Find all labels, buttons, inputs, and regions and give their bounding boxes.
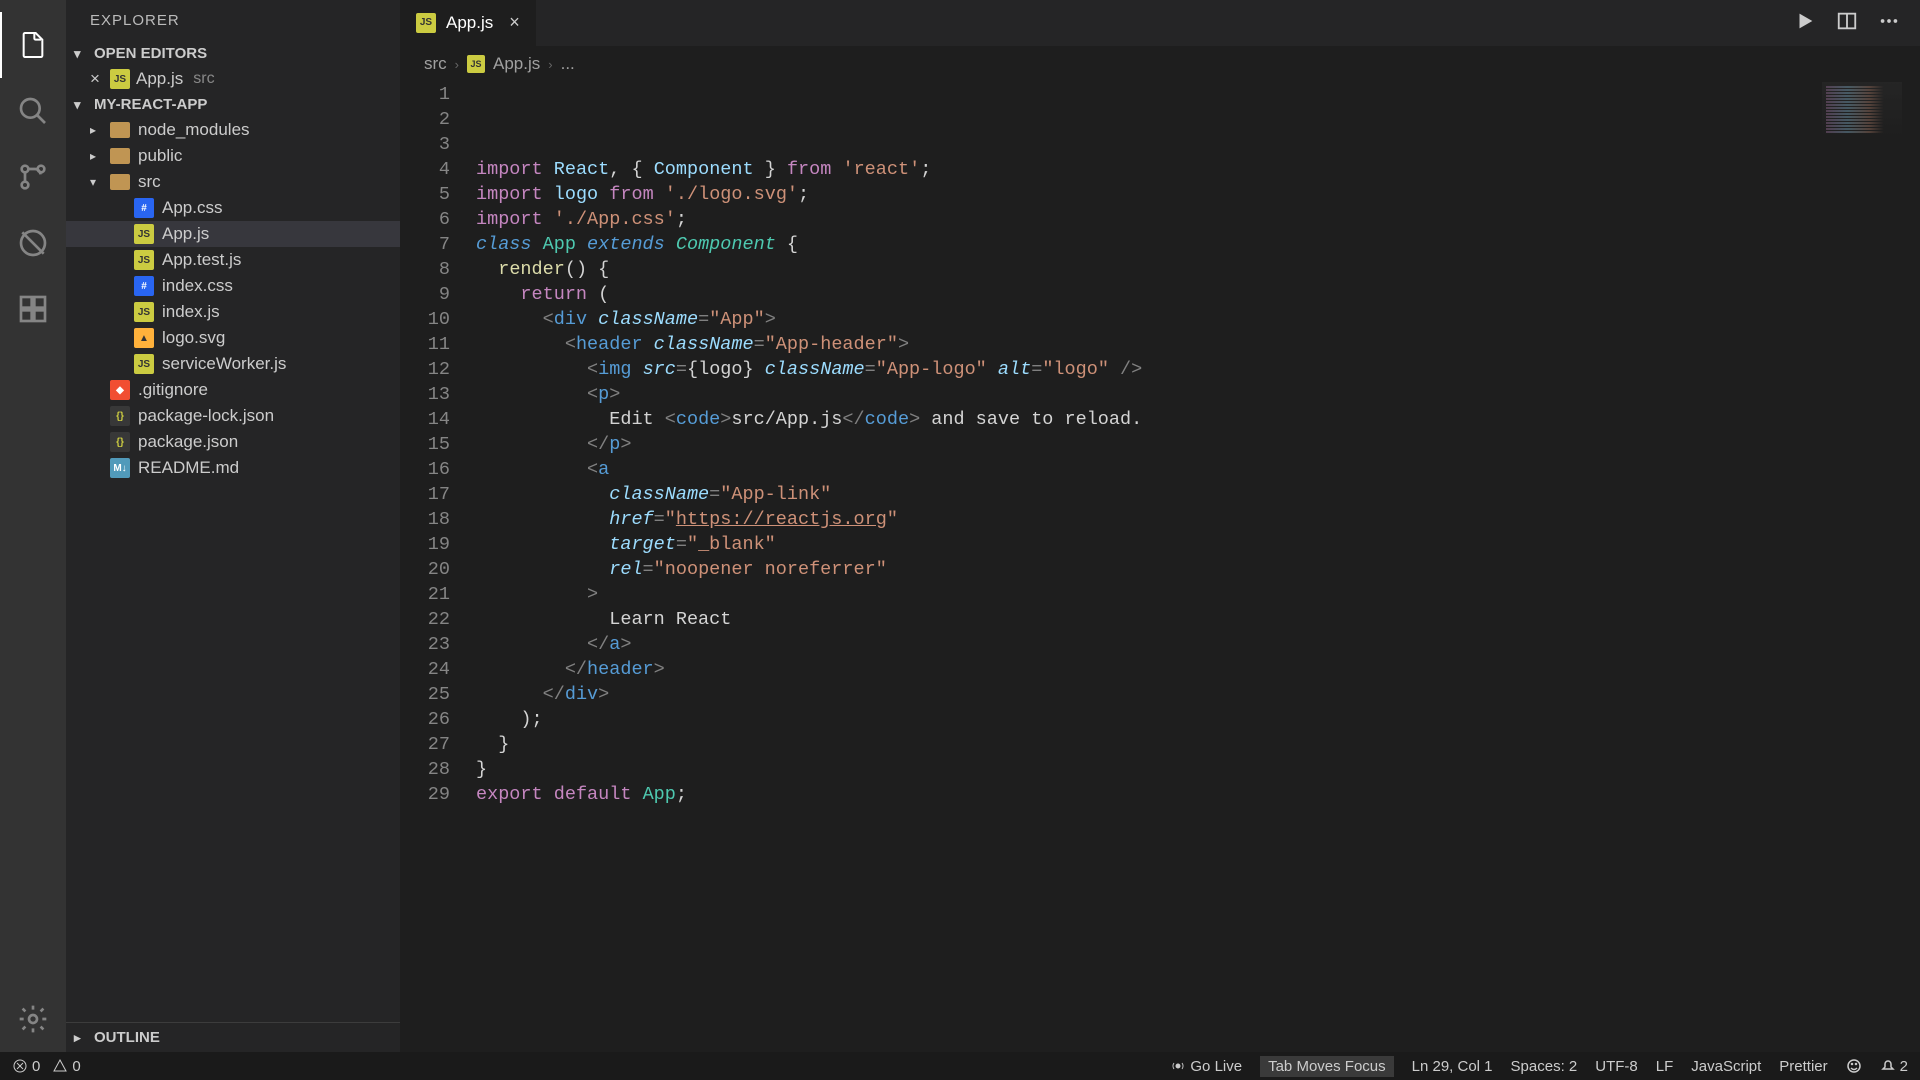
tree-item-label: App.css — [162, 198, 222, 218]
js-file-icon: JS — [134, 354, 154, 374]
js-file-icon: JS — [134, 302, 154, 322]
tree-item-label: index.js — [162, 302, 220, 322]
code-content[interactable]: import React, { Component } from 'react'… — [476, 82, 1920, 1052]
open-editor-item[interactable]: × JS App.js src — [66, 66, 400, 92]
close-icon[interactable]: × — [509, 12, 520, 33]
tree-item-label: node_modules — [138, 120, 250, 140]
run-icon[interactable] — [1794, 10, 1816, 37]
activity-settings-icon[interactable] — [0, 986, 66, 1052]
chevron-down-icon: ▾ — [74, 97, 90, 113]
js-file-icon: JS — [134, 250, 154, 270]
status-errors[interactable]: 0 — [12, 1058, 40, 1075]
editor-tab[interactable]: JS App.js × — [400, 0, 536, 46]
file-item[interactable]: JS serviceWorker.js — [66, 351, 400, 377]
activity-bar — [0, 0, 66, 1052]
folder-item[interactable]: ▾ src — [66, 169, 400, 195]
js-file-icon: JS — [110, 69, 130, 89]
git-file-icon: ◆ — [110, 380, 130, 400]
tree-item-label: .gitignore — [138, 380, 208, 400]
status-encoding[interactable]: UTF-8 — [1595, 1058, 1638, 1075]
status-prettier[interactable]: Prettier — [1779, 1058, 1827, 1075]
file-item[interactable]: {} package-lock.json — [66, 403, 400, 429]
css-file-icon: # — [134, 276, 154, 296]
folder-icon — [110, 148, 130, 164]
tree-item-label: src — [138, 172, 161, 192]
activity-search-icon[interactable] — [0, 78, 66, 144]
chevron-right-icon: › — [455, 57, 459, 72]
tree-item-label: package.json — [138, 432, 238, 452]
outline-header[interactable]: ▸ OUTLINE — [66, 1022, 400, 1052]
folder-icon — [110, 174, 130, 190]
status-spaces[interactable]: Spaces: 2 — [1511, 1058, 1578, 1075]
status-cursor[interactable]: Ln 29, Col 1 — [1412, 1058, 1493, 1075]
json-file-icon: {} — [110, 406, 130, 426]
file-item[interactable]: ▲ logo.svg — [66, 325, 400, 351]
chevron-right-icon: ▸ — [90, 149, 102, 163]
tree-item-label: App.test.js — [162, 250, 241, 270]
js-file-icon: JS — [467, 55, 485, 73]
line-numbers: 1234567891011121314151617181920212223242… — [400, 82, 476, 1052]
close-icon[interactable]: × — [86, 69, 104, 89]
status-go-live[interactable]: Go Live — [1170, 1058, 1242, 1075]
more-icon[interactable] — [1878, 10, 1900, 37]
svg-file-icon: ▲ — [134, 328, 154, 348]
sidebar-title: EXPLORER — [66, 0, 400, 41]
json-file-icon: {} — [110, 432, 130, 452]
file-item[interactable]: JS App.js — [66, 221, 400, 247]
tree-item-label: serviceWorker.js — [162, 354, 286, 374]
file-item[interactable]: {} package.json — [66, 429, 400, 455]
chevron-right-icon: ▸ — [90, 123, 102, 137]
file-item[interactable]: JS App.test.js — [66, 247, 400, 273]
explorer-sidebar: EXPLORER ▾ OPEN EDITORS × JS App.js src … — [66, 0, 400, 1052]
status-notifications[interactable]: 2 — [1880, 1058, 1908, 1075]
tree-item-label: package-lock.json — [138, 406, 274, 426]
breadcrumb[interactable]: src › JS App.js › ... — [400, 46, 1920, 82]
tree-item-label: public — [138, 146, 182, 166]
folder-icon — [110, 122, 130, 138]
tab-bar: JS App.js × — [400, 0, 1920, 46]
project-header[interactable]: ▾ MY-REACT-APP — [66, 92, 400, 117]
file-item[interactable]: JS index.js — [66, 299, 400, 325]
open-editors-header[interactable]: ▾ OPEN EDITORS — [66, 41, 400, 66]
tree-item-label: App.js — [162, 224, 209, 244]
chevron-down-icon: ▾ — [90, 175, 102, 189]
md-file-icon: M↓ — [110, 458, 130, 478]
tree-item-label: README.md — [138, 458, 239, 478]
status-tab-focus[interactable]: Tab Moves Focus — [1260, 1056, 1394, 1077]
status-bar: 0 0 Go Live Tab Moves Focus Ln 29, Col 1… — [0, 1052, 1920, 1080]
code-editor[interactable]: 1234567891011121314151617181920212223242… — [400, 82, 1920, 1052]
tree-item-label: index.css — [162, 276, 233, 296]
js-file-icon: JS — [134, 224, 154, 244]
file-item[interactable]: M↓ README.md — [66, 455, 400, 481]
editor-area: JS App.js × src › JS App.js › ... 123456… — [400, 0, 1920, 1052]
status-warnings[interactable]: 0 — [52, 1058, 80, 1075]
chevron-right-icon: ▸ — [74, 1030, 90, 1046]
activity-files-icon[interactable] — [0, 12, 66, 78]
status-eol[interactable]: LF — [1656, 1058, 1674, 1075]
chevron-down-icon: ▾ — [74, 46, 90, 62]
status-feedback-icon[interactable] — [1846, 1058, 1862, 1074]
activity-git-icon[interactable] — [0, 144, 66, 210]
file-item[interactable]: # index.css — [66, 273, 400, 299]
folder-item[interactable]: ▸ node_modules — [66, 117, 400, 143]
file-item[interactable]: # App.css — [66, 195, 400, 221]
split-editor-icon[interactable] — [1836, 10, 1858, 37]
activity-debug-icon[interactable] — [0, 210, 66, 276]
tree-item-label: logo.svg — [162, 328, 225, 348]
chevron-right-icon: › — [548, 57, 552, 72]
css-file-icon: # — [134, 198, 154, 218]
status-language[interactable]: JavaScript — [1691, 1058, 1761, 1075]
js-file-icon: JS — [416, 13, 436, 33]
folder-item[interactable]: ▸ public — [66, 143, 400, 169]
file-item[interactable]: ◆ .gitignore — [66, 377, 400, 403]
activity-extensions-icon[interactable] — [0, 276, 66, 342]
